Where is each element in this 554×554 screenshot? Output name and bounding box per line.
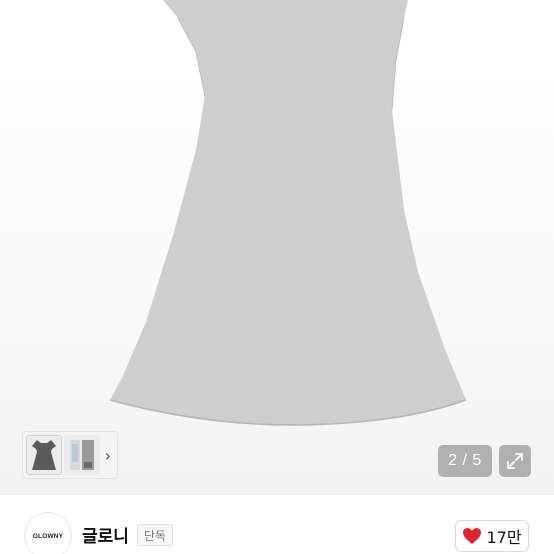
shop-logo[interactable]: GLOWNY — [24, 512, 72, 554]
thumbnail-detail-icon — [69, 440, 94, 470]
heart-icon — [463, 528, 482, 544]
thumbnail-front[interactable] — [26, 435, 62, 475]
thumbnail-strip[interactable]: › — [22, 431, 118, 479]
thumbnail-dress-icon — [31, 440, 56, 470]
like-count: 17만 — [486, 528, 522, 547]
exclusive-badge: 단독 — [137, 524, 174, 546]
thumbnail-detail[interactable] — [63, 435, 100, 475]
product-image-dress — [109, 0, 467, 426]
shop-name[interactable]: 글로니 — [82, 522, 129, 547]
chevron-right-icon[interactable]: › — [102, 435, 114, 475]
like-button[interactable]: 17만 — [455, 520, 529, 552]
expand-icon — [507, 453, 523, 469]
image-page-counter: 2 / 5 — [438, 445, 492, 477]
expand-button[interactable] — [499, 445, 531, 477]
shop-logo-text: GLOWNY — [32, 532, 64, 540]
product-image-viewer[interactable]: › 2 / 5 — [0, 0, 554, 494]
